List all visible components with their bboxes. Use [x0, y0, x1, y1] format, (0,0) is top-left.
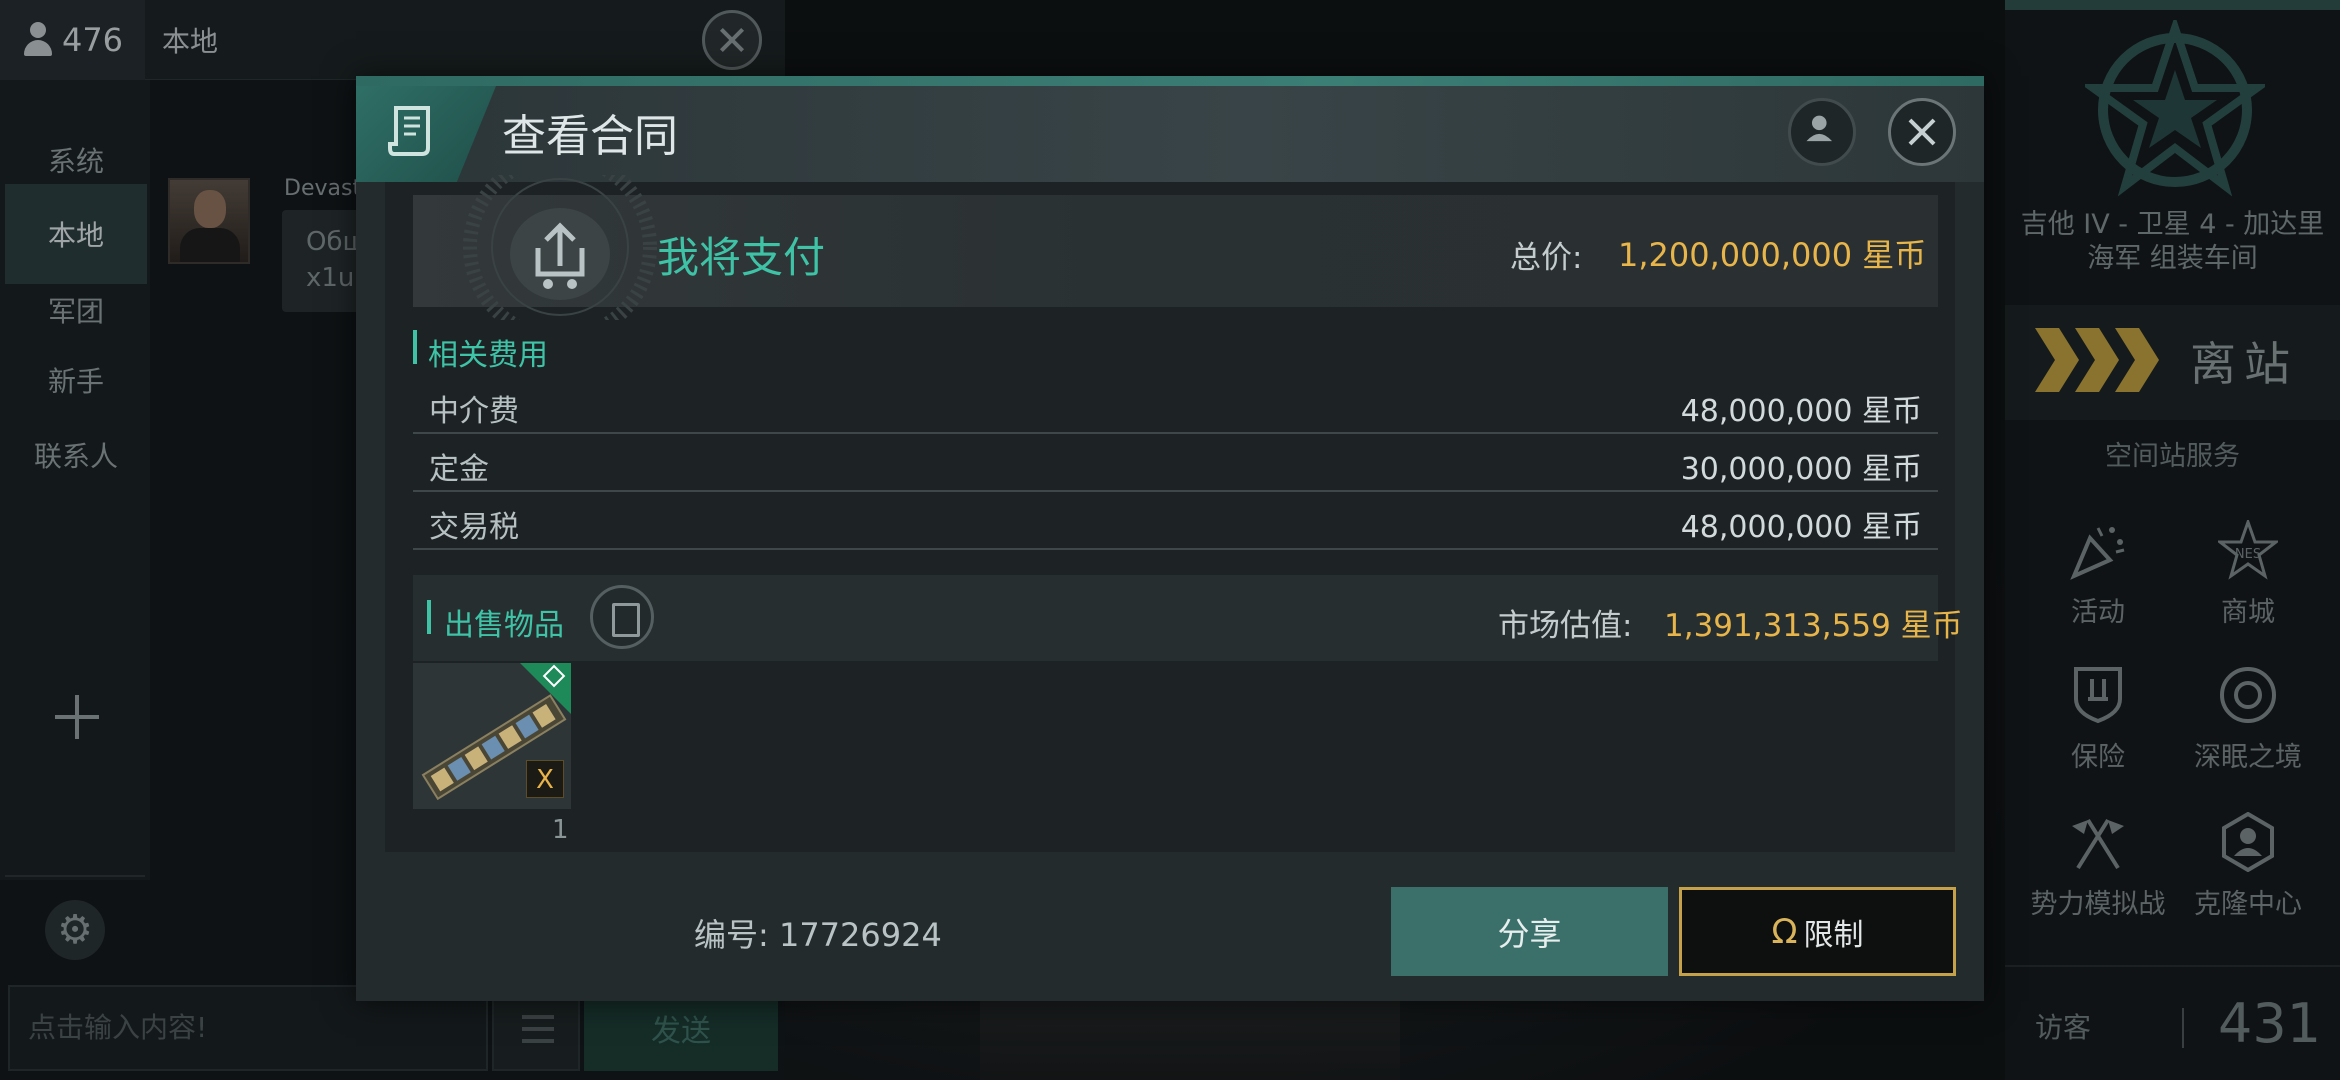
profile-button[interactable]	[1788, 98, 1856, 166]
fee-value: 48,000,000 星币	[1680, 394, 1922, 429]
market-value-amount: 1,391,313,559 星币	[1664, 608, 1963, 644]
contract-number: 编号: 17726924	[694, 916, 942, 954]
pay-label: 我将支付	[657, 233, 826, 282]
fee-value: 48,000,000 星币	[1680, 510, 1922, 545]
fee-row: 交易税 48,000,000 星币	[413, 492, 1938, 550]
modal-title: 查看合同	[502, 111, 678, 162]
fee-value: 30,000,000 星币	[1680, 452, 1922, 487]
total-price-value: 1,200,000,000 星币	[1618, 236, 1927, 274]
upload-cart-icon	[510, 208, 610, 300]
omega-icon: Ω	[1771, 911, 1798, 952]
fees-section-title: 相关费用	[428, 338, 548, 373]
section-accent-bar	[413, 330, 417, 364]
contract-scroll-icon	[388, 106, 430, 156]
section-accent-bar	[427, 600, 431, 634]
close-icon[interactable]	[1888, 98, 1956, 166]
item-quantity: 1	[552, 815, 569, 845]
fee-row: 中介费 48,000,000 星币	[413, 376, 1938, 434]
total-price-label: 总价:	[1510, 240, 1583, 276]
item-tech-badge: X	[526, 760, 564, 798]
profile-icon	[1806, 115, 1833, 142]
fee-row: 定金 30,000,000 星币	[413, 434, 1938, 492]
fee-name: 中介费	[429, 394, 519, 429]
fee-name: 交易税	[429, 510, 519, 545]
item-list-button[interactable]	[590, 585, 654, 649]
limit-label: 限制	[1803, 917, 1864, 953]
market-value-label: 市场估值:	[1498, 608, 1633, 644]
modal-accent-line	[356, 76, 1984, 86]
items-section-title: 出售物品	[444, 608, 564, 643]
document-icon	[612, 603, 640, 637]
share-button[interactable]: 分享	[1391, 887, 1668, 976]
fee-name: 定金	[429, 452, 489, 487]
limit-button[interactable]: Ω 限制	[1679, 887, 1956, 976]
